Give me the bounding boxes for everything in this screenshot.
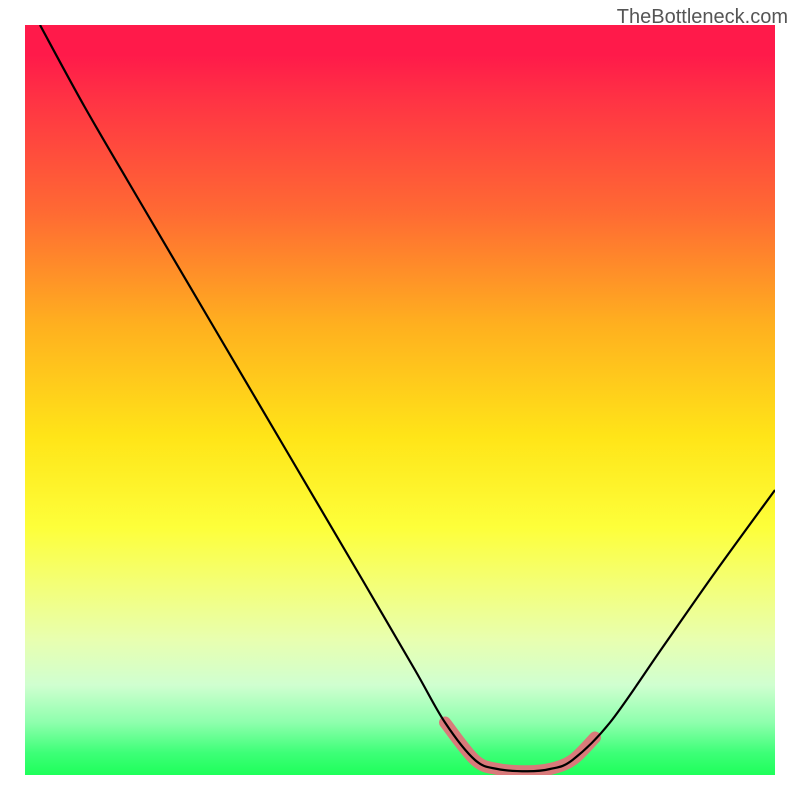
chart-svg	[25, 25, 775, 775]
highlight-path	[445, 723, 595, 772]
curve-path	[40, 25, 775, 771]
plot-area	[25, 25, 775, 775]
watermark-text: TheBottleneck.com	[617, 6, 788, 29]
